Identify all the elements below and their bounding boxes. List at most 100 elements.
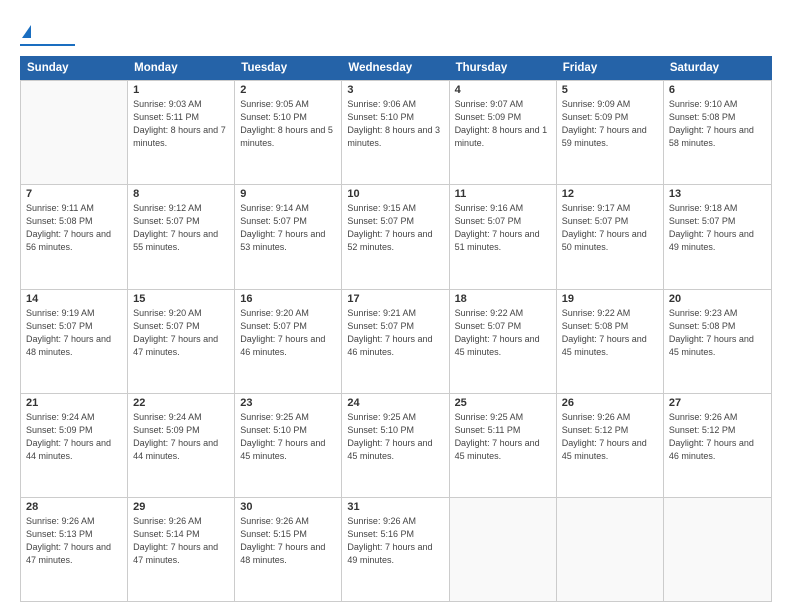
calendar-day-header: Friday: [557, 57, 664, 79]
day-number: 4: [455, 84, 551, 96]
calendar-cell: 23Sunrise: 9:25 AMSunset: 5:10 PMDayligh…: [235, 394, 342, 497]
day-number: 21: [26, 397, 122, 409]
day-number: 15: [133, 293, 229, 305]
day-number: 30: [240, 501, 336, 513]
day-info: Sunrise: 9:25 AMSunset: 5:11 PMDaylight:…: [455, 411, 551, 463]
page: SundayMondayTuesdayWednesdayThursdayFrid…: [0, 0, 792, 612]
day-info: Sunrise: 9:22 AMSunset: 5:07 PMDaylight:…: [455, 307, 551, 359]
day-number: 24: [347, 397, 443, 409]
calendar-cell: [557, 498, 664, 601]
day-number: 7: [26, 188, 122, 200]
calendar-cell: 14 Sunrise: 9:19 AMSunset: 5:07 PMDayligh…: [21, 290, 128, 393]
calendar-cell: 27Sunrise: 9:26 AMSunset: 5:12 PMDayligh…: [664, 394, 771, 497]
day-number: 20: [669, 293, 766, 305]
calendar-cell: 6 Sunrise: 9:10 AMSunset: 5:08 PMDaylight…: [664, 81, 771, 184]
day-info: Sunrise: 9:22 AMSunset: 5:08 PMDaylight:…: [562, 307, 658, 359]
calendar-day-header: Wednesday: [342, 57, 449, 79]
day-info: Sunrise: 9:14 AMSunset: 5:07 PMDaylight:…: [240, 202, 336, 254]
logo-triangle-icon: [22, 25, 31, 38]
calendar-cell: 11 Sunrise: 9:16 AMSunset: 5:07 PMDayligh…: [450, 185, 557, 288]
day-number: 2: [240, 84, 336, 96]
calendar-cell: 19 Sunrise: 9:22 AMSunset: 5:08 PMDayligh…: [557, 290, 664, 393]
calendar-week-row: 28Sunrise: 9:26 AMSunset: 5:13 PMDayligh…: [21, 497, 771, 601]
calendar-body: 1Sunrise: 9:03 AMSunset: 5:11 PMDaylight…: [20, 80, 772, 602]
day-number: 3: [347, 84, 443, 96]
day-info: Sunrise: 9:09 AMSunset: 5:09 PMDaylight:…: [562, 98, 658, 150]
day-info: Sunrise: 9:12 AMSunset: 5:07 PMDaylight:…: [133, 202, 229, 254]
calendar-week-row: 14 Sunrise: 9:19 AMSunset: 5:07 PMDayligh…: [21, 289, 771, 393]
day-number: 6: [669, 84, 766, 96]
day-info: Sunrise: 9:16 AMSunset: 5:07 PMDaylight:…: [455, 202, 551, 254]
day-number: 29: [133, 501, 229, 513]
day-info: Sunrise: 9:25 AMSunset: 5:10 PMDaylight:…: [240, 411, 336, 463]
calendar-day-header: Monday: [128, 57, 235, 79]
day-number: 19: [562, 293, 658, 305]
calendar-cell: 25 Sunrise: 9:25 AMSunset: 5:11 PMDayligh…: [450, 394, 557, 497]
calendar-cell: [450, 498, 557, 601]
logo-text: [20, 18, 31, 42]
day-number: 9: [240, 188, 336, 200]
day-info: Sunrise: 9:07 AMSunset: 5:09 PMDaylight:…: [455, 98, 551, 150]
logo-underline: [20, 44, 75, 46]
day-info: Sunrise: 9:11 AMSunset: 5:08 PMDaylight:…: [26, 202, 122, 254]
day-number: 22: [133, 397, 229, 409]
calendar-header: SundayMondayTuesdayWednesdayThursdayFrid…: [20, 56, 772, 80]
calendar-week-row: 7 Sunrise: 9:11 AMSunset: 5:08 PMDaylight…: [21, 184, 771, 288]
calendar-cell: 26 Sunrise: 9:26 AMSunset: 5:12 PMDayligh…: [557, 394, 664, 497]
calendar-cell: 15 Sunrise: 9:20 AMSunset: 5:07 PMDayligh…: [128, 290, 235, 393]
day-info: Sunrise: 9:24 AMSunset: 5:09 PMDaylight:…: [133, 411, 229, 463]
calendar-cell: [21, 81, 128, 184]
day-info: Sunrise: 9:21 AMSunset: 5:07 PMDaylight:…: [347, 307, 443, 359]
day-info: Sunrise: 9:15 AMSunset: 5:07 PMDaylight:…: [347, 202, 443, 254]
day-number: 16: [240, 293, 336, 305]
day-number: 11: [455, 188, 551, 200]
calendar-day-header: Sunday: [21, 57, 128, 79]
calendar-cell: 10 Sunrise: 9:15 AMSunset: 5:07 PMDayligh…: [342, 185, 449, 288]
day-number: 12: [562, 188, 658, 200]
calendar-cell: 21Sunrise: 9:24 AMSunset: 5:09 PMDayligh…: [21, 394, 128, 497]
calendar-day-header: Tuesday: [235, 57, 342, 79]
day-number: 17: [347, 293, 443, 305]
day-number: 18: [455, 293, 551, 305]
day-info: Sunrise: 9:26 AMSunset: 5:16 PMDaylight:…: [347, 515, 443, 567]
calendar-cell: 17 Sunrise: 9:21 AMSunset: 5:07 PMDayligh…: [342, 290, 449, 393]
day-info: Sunrise: 9:05 AMSunset: 5:10 PMDaylight:…: [240, 98, 336, 150]
calendar-cell: 30 Sunrise: 9:26 AMSunset: 5:15 PMDayligh…: [235, 498, 342, 601]
day-number: 10: [347, 188, 443, 200]
day-info: Sunrise: 9:20 AMSunset: 5:07 PMDaylight:…: [133, 307, 229, 359]
day-info: Sunrise: 9:19 AMSunset: 5:07 PMDaylight:…: [26, 307, 122, 359]
day-info: Sunrise: 9:18 AMSunset: 5:07 PMDaylight:…: [669, 202, 766, 254]
calendar-cell: 3Sunrise: 9:06 AMSunset: 5:10 PMDaylight…: [342, 81, 449, 184]
day-info: Sunrise: 9:25 AMSunset: 5:10 PMDaylight:…: [347, 411, 443, 463]
calendar-cell: 20Sunrise: 9:23 AMSunset: 5:08 PMDayligh…: [664, 290, 771, 393]
calendar-cell: 2 Sunrise: 9:05 AMSunset: 5:10 PMDaylight…: [235, 81, 342, 184]
calendar-week-row: 21 Sunrise: 9:24 AMSunset: 5:09 PMDayligh…: [21, 393, 771, 497]
day-info: Sunrise: 9:10 AMSunset: 5:08 PMDaylight:…: [669, 98, 766, 150]
day-info: Sunrise: 9:17 AMSunset: 5:07 PMDaylight:…: [562, 202, 658, 254]
calendar-cell: 12 Sunrise: 9:17 AMSunset: 5:07 PMDayligh…: [557, 185, 664, 288]
calendar-cell: 24 Sunrise: 9:25 AMSunset: 5:10 PMDayligh…: [342, 394, 449, 497]
day-number: 31: [347, 501, 443, 513]
day-number: 13: [669, 188, 766, 200]
day-info: Sunrise: 9:26 AMSunset: 5:12 PMDaylight:…: [562, 411, 658, 463]
calendar-cell: 1Sunrise: 9:03 AMSunset: 5:11 PMDaylight…: [128, 81, 235, 184]
calendar-cell: 9 Sunrise: 9:14 AMSunset: 5:07 PMDaylight…: [235, 185, 342, 288]
calendar-week-row: 1Sunrise: 9:03 AMSunset: 5:11 PMDaylight…: [21, 80, 771, 184]
header: [20, 18, 772, 46]
day-info: Sunrise: 9:26 AMSunset: 5:13 PMDaylight:…: [26, 515, 122, 567]
calendar-day-header: Thursday: [450, 57, 557, 79]
day-info: Sunrise: 9:26 AMSunset: 5:15 PMDaylight:…: [240, 515, 336, 567]
day-info: Sunrise: 9:20 AMSunset: 5:07 PMDaylight:…: [240, 307, 336, 359]
day-number: 14: [26, 293, 122, 305]
day-number: 5: [562, 84, 658, 96]
day-number: 26: [562, 397, 658, 409]
calendar-cell: 5 Sunrise: 9:09 AMSunset: 5:09 PMDaylight…: [557, 81, 664, 184]
day-number: 25: [455, 397, 551, 409]
calendar-cell: [664, 498, 771, 601]
calendar-cell: 13 Sunrise: 9:18 AMSunset: 5:07 PMDayligh…: [664, 185, 771, 288]
day-info: Sunrise: 9:26 AMSunset: 5:14 PMDaylight:…: [133, 515, 229, 567]
calendar-cell: 31 Sunrise: 9:26 AMSunset: 5:16 PMDayligh…: [342, 498, 449, 601]
calendar-cell: 29 Sunrise: 9:26 AMSunset: 5:14 PMDayligh…: [128, 498, 235, 601]
calendar-cell: 18 Sunrise: 9:22 AMSunset: 5:07 PMDayligh…: [450, 290, 557, 393]
calendar: SundayMondayTuesdayWednesdayThursdayFrid…: [20, 56, 772, 602]
